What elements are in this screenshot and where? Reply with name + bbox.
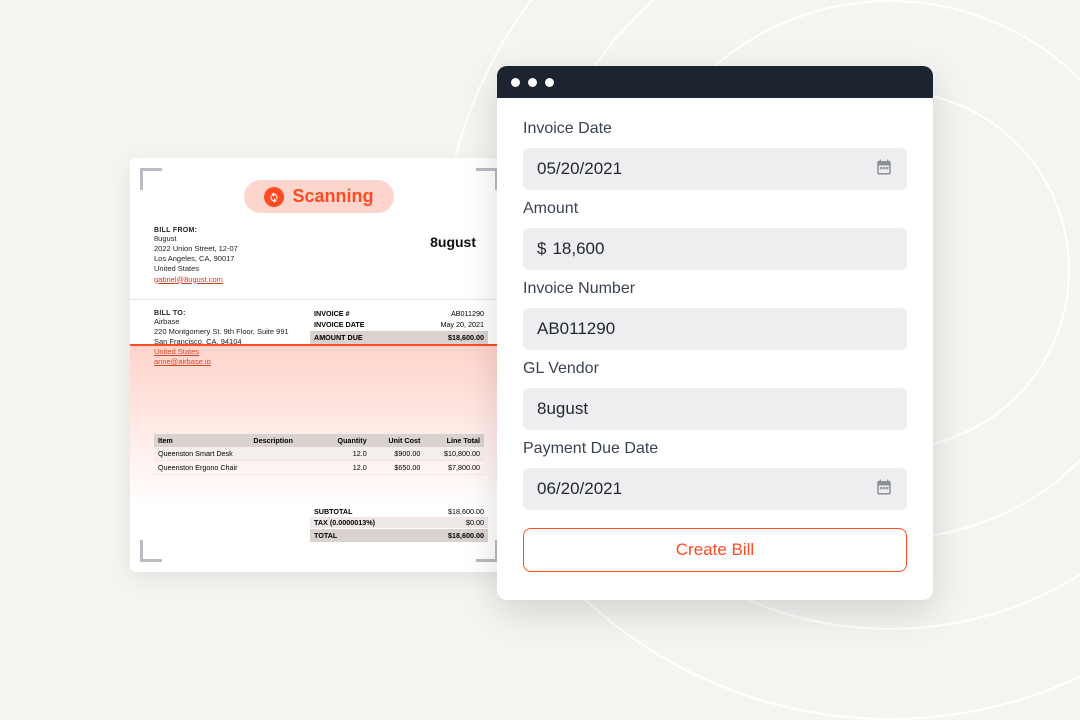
amount-input[interactable]: $ 18,600 (523, 228, 907, 270)
line-items-header: Item Description Quantity Unit Cost Line… (154, 434, 484, 447)
meta-invoice-date: May 20, 2021 (440, 320, 484, 329)
col-qty: Quantity (325, 436, 367, 445)
tax-value: $0.00 (466, 518, 484, 527)
invoice-date-value: 05/20/2021 (537, 159, 622, 179)
cell-item: Queenston Smart Desk (158, 449, 253, 458)
from-city: Los Angeles, CA, 90017 (154, 254, 484, 264)
to-email: anne@airbase.io (154, 357, 484, 367)
invoice-scan-card: Scanning BILL FROM: 8ugust 2022 Union St… (130, 158, 508, 572)
subtotal-label: SUBTOTAL (314, 507, 352, 516)
window-dot-icon (528, 78, 537, 87)
cell-item: Queenston Ergono Chair (158, 463, 253, 472)
divider (130, 299, 508, 300)
cell-desc (253, 463, 325, 472)
gl-vendor-label: GL Vendor (523, 360, 907, 378)
subtotal-value: $18,600.00 (448, 507, 484, 516)
window-titlebar (497, 66, 933, 98)
total-value: $18,600.00 (448, 531, 484, 540)
invoice-number-value: AB011290 (537, 319, 615, 339)
scan-corner-icon (140, 168, 162, 190)
line-items-table: Item Description Quantity Unit Cost Line… (154, 434, 484, 475)
col-unit: Unit Cost (367, 436, 421, 445)
total-label: TOTAL (314, 531, 337, 540)
from-email: gabriel@8ugust.com (154, 275, 484, 285)
gl-vendor-value: 8ugust (537, 399, 588, 419)
from-country: United States (154, 264, 484, 274)
invoice-date-input[interactable]: 05/20/2021 (523, 148, 907, 190)
create-bill-window: Invoice Date 05/20/2021 Amount $ 18,600 … (497, 66, 933, 600)
col-item: Item (158, 436, 253, 445)
amount-label: Amount (523, 200, 907, 218)
scan-corner-icon (140, 540, 162, 562)
invoice-totals: SUBTOTAL $18,600.00 TAX (0.0000013%) $0.00… (314, 506, 484, 542)
bill-from-heading: BILL FROM: (154, 227, 484, 234)
calendar-icon[interactable] (875, 478, 893, 501)
create-bill-button[interactable]: Create Bill (523, 528, 907, 572)
meta-invoice-date-label: INVOICE DATE (314, 320, 365, 329)
amount-value: 18,600 (552, 239, 604, 259)
col-total: Line Total (420, 436, 480, 445)
cell-desc (253, 449, 325, 458)
window-dot-icon (545, 78, 554, 87)
scanning-label: Scanning (292, 186, 373, 207)
invoice-number-input[interactable]: AB011290 (523, 308, 907, 350)
scan-corner-icon (476, 168, 498, 190)
cell-unit: $650.00 (367, 463, 421, 472)
to-country: United States (154, 347, 484, 357)
table-row: Queenston Smart Desk 12.0 $900.00 $10,80… (154, 447, 484, 461)
window-dot-icon (511, 78, 520, 87)
scan-corner-icon (476, 540, 498, 562)
invoice-number-label: Invoice Number (523, 280, 907, 298)
table-row: Queenston Ergono Chair 12.0 $650.00 $7,8… (154, 461, 484, 475)
cell-qty: 12.0 (325, 463, 367, 472)
payment-due-input[interactable]: 06/20/2021 (523, 468, 907, 510)
currency-prefix: $ (537, 239, 546, 259)
col-desc: Description (253, 436, 325, 445)
scanning-badge: Scanning (244, 180, 393, 213)
payment-due-label: Payment Due Date (523, 440, 907, 458)
scan-overlay (130, 344, 508, 507)
invoice-meta: INVOICE # AB011290 INVOICE DATE May 20, 20… (314, 308, 484, 344)
vendor-logo: 8ugust (430, 234, 476, 250)
payment-due-value: 06/20/2021 (537, 479, 622, 499)
cell-total: $7,800.00 (420, 463, 480, 472)
cell-total: $10,800.00 (420, 449, 480, 458)
meta-invoice-num: AB011290 (451, 309, 484, 318)
cell-unit: $900.00 (367, 449, 421, 458)
invoice-date-label: Invoice Date (523, 120, 907, 138)
gl-vendor-input[interactable]: 8ugust (523, 388, 907, 430)
meta-invoice-num-label: INVOICE # (314, 309, 350, 318)
tax-label: TAX (0.0000013%) (314, 518, 375, 527)
calendar-icon[interactable] (875, 158, 893, 181)
refresh-icon (264, 187, 284, 207)
cell-qty: 12.0 (325, 449, 367, 458)
meta-amount-due: $18,600.00 (448, 333, 484, 342)
meta-amount-due-label: AMOUNT DUE (314, 333, 363, 342)
